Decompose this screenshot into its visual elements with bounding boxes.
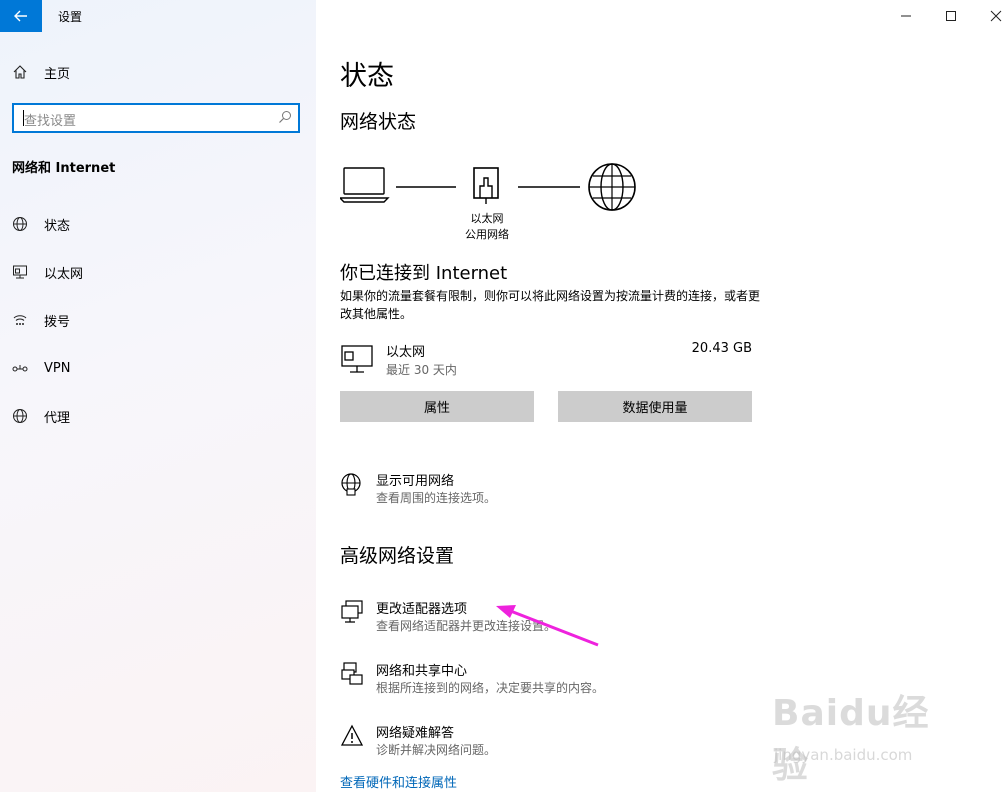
sidebar-item-ethernet[interactable]: 以太网 [12, 262, 83, 282]
sharing-center-icon [341, 662, 363, 685]
sidebar-item-label: 代理 [44, 410, 71, 426]
proxy-globe-icon [13, 409, 27, 423]
network-troubleshooter[interactable]: 网络疑难解答 诊断并解决网络问题。 [340, 722, 740, 762]
maximize-icon [946, 11, 956, 21]
network-status-title: 网络状态 [340, 111, 417, 133]
sidebar-item-proxy[interactable]: 代理 [12, 406, 70, 426]
app-title: 设置 [58, 10, 83, 24]
sidebar-item-vpn[interactable]: VPN [12, 358, 70, 378]
advanced-network-settings-title: 高级网络设置 [340, 545, 455, 567]
page-title: 状态 [340, 61, 394, 92]
network-globe-icon [341, 473, 361, 496]
adapter-options-title: 更改适配器选项 [376, 602, 468, 617]
search-icon[interactable] [278, 110, 292, 124]
section-label: 网络和 Internet [12, 161, 116, 176]
watermark-url: jingyan.baidu.com [774, 746, 913, 764]
troubleshooter-desc: 诊断并解决网络问题。 [376, 743, 497, 757]
sharing-center-desc: 根据所连接到的网络，决定要共享的内容。 [376, 681, 605, 695]
ethernet-usage-row: 以太网 最近 30 天内 20.43 GB [340, 340, 752, 380]
sidebar-item-label: VPN [44, 360, 71, 376]
usage-amount: 20.43 GB [691, 341, 752, 356]
network-type-label: 公用网络 [465, 228, 509, 241]
close-icon [990, 10, 1002, 22]
status-page: 状态 网络状态 以太网 公用网络 你已连接到 Internet 如果你的流量套餐… [316, 0, 1008, 792]
baidu-watermark: Baidu经验 jingyan.baidu.com [772, 684, 962, 786]
connected-heading: 你已连接到 Internet [340, 263, 508, 284]
ethernet-name: 以太网 [386, 345, 426, 360]
usage-period: 最近 30 天内 [386, 363, 457, 377]
sidebar-item-status[interactable]: 状态 [12, 214, 70, 234]
home-nav-item[interactable]: 主页 [12, 62, 70, 82]
ethernet-adapter-icon [473, 167, 499, 204]
maximize-button[interactable] [941, 6, 961, 26]
back-arrow-icon [14, 10, 27, 22]
show-available-networks[interactable]: 显示可用网络 查看周围的连接选项。 [340, 470, 740, 510]
show-networks-desc: 查看周围的连接选项。 [376, 491, 497, 505]
adapter-icon [341, 600, 363, 623]
troubleshooter-title: 网络疑难解答 [376, 726, 455, 741]
hardware-properties-link[interactable]: 查看硬件和连接属性 [340, 772, 457, 791]
laptop-icon [340, 167, 390, 203]
watermark-brand: Baidu经验 [772, 693, 930, 786]
network-diagram [340, 163, 636, 211]
search-placeholder: 查找设置 [24, 114, 77, 129]
show-networks-title: 显示可用网络 [376, 474, 455, 489]
internet-globe-icon [588, 163, 636, 211]
close-button[interactable] [986, 6, 1006, 26]
sharing-center-title: 网络和共享中心 [376, 664, 468, 679]
back-button[interactable] [0, 0, 42, 32]
ethernet-icon [13, 265, 27, 279]
sidebar-item-label: 以太网 [44, 266, 84, 282]
settings-sidebar: 设置 主页 查找设置 网络和 Internet 状态 以太网 拨号 VPN 代理 [0, 0, 316, 792]
search-input[interactable]: 查找设置 [12, 103, 300, 133]
warning-icon [340, 724, 364, 746]
vpn-icon [12, 365, 28, 372]
sidebar-item-label: 拨号 [44, 314, 71, 330]
connected-description: 如果你的流量套餐有限制，则你可以将此网络设置为按流量计费的连接，或者更改其他属性… [340, 289, 761, 321]
ethernet-monitor-icon [341, 345, 373, 373]
minimize-icon [901, 15, 911, 17]
data-usage-button[interactable]: 数据使用量 [558, 391, 752, 422]
adapter-name-label: 以太网 [470, 212, 504, 225]
network-sharing-center[interactable]: 网络和共享中心 根据所连接到的网络，决定要共享的内容。 [340, 660, 740, 700]
home-label: 主页 [44, 66, 71, 82]
status-globe-icon [13, 217, 27, 231]
annotation-arrow [496, 605, 599, 647]
home-icon [13, 65, 27, 79]
dialup-icon [13, 315, 27, 325]
sidebar-item-dialup[interactable]: 拨号 [12, 310, 70, 330]
properties-button[interactable]: 属性 [340, 391, 534, 422]
sidebar-item-label: 状态 [44, 218, 71, 234]
minimize-button[interactable] [896, 6, 916, 26]
